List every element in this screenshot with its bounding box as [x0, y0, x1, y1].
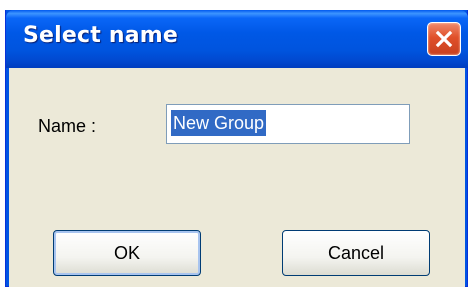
dialog-body: Name : New Group OK Cancel [9, 68, 465, 287]
name-label: Name : [38, 116, 97, 136]
name-input[interactable]: New Group [166, 104, 410, 144]
ok-button[interactable]: OK [53, 230, 201, 276]
title-bar[interactable]: Select name [6, 10, 468, 68]
close-button[interactable] [427, 22, 461, 56]
dialog-title: Select name [23, 23, 178, 48]
close-icon [435, 30, 453, 48]
cancel-button[interactable]: Cancel [282, 230, 430, 276]
name-input-value: New Group [171, 110, 267, 136]
select-name-dialog: Select name Name : New Group OK Cancel [5, 10, 468, 287]
